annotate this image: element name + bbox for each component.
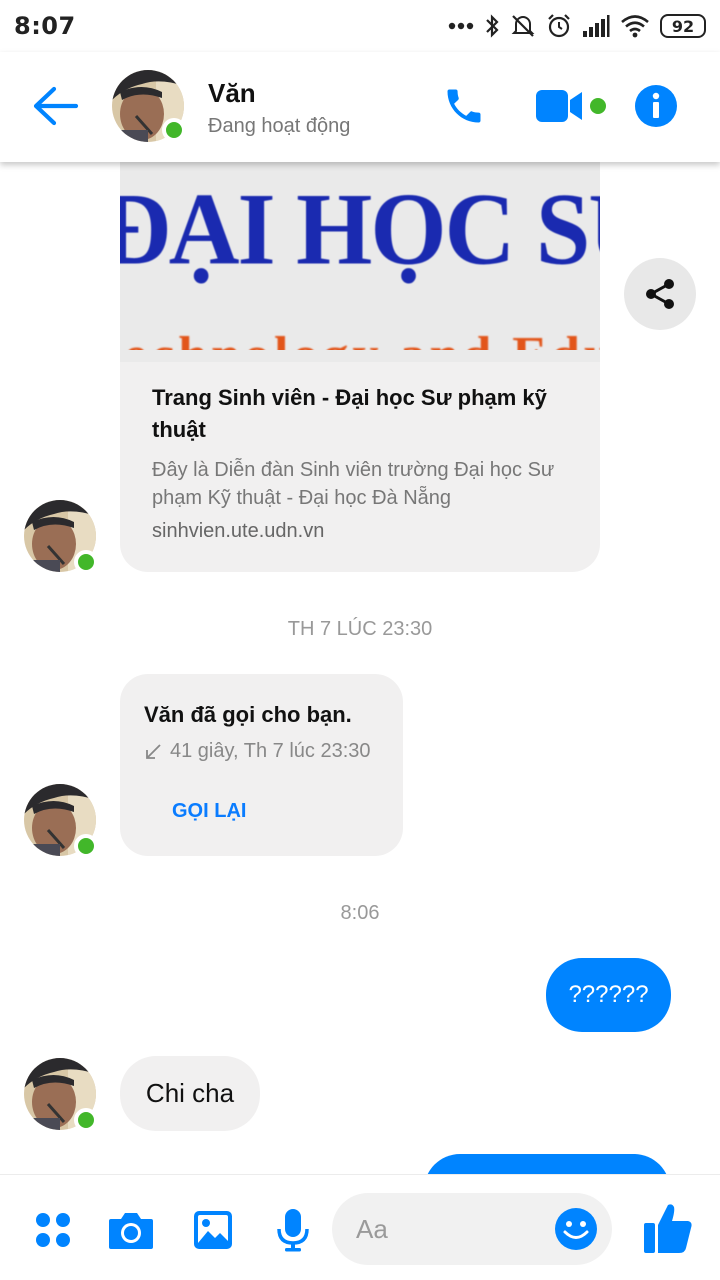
info-icon: [635, 85, 677, 127]
voice-message-button[interactable]: [268, 1205, 318, 1255]
sender-avatar[interactable]: [24, 500, 98, 574]
link-preview-thumbnail: ĐẠI HỌC SƯ echnology and Educ: [120, 162, 600, 362]
incoming-message-bubble[interactable]: Chi cha: [120, 1056, 260, 1131]
camera-button[interactable]: [106, 1205, 156, 1255]
status-bar: 8:07 92: [0, 0, 720, 52]
online-status-dot: [74, 1108, 98, 1132]
missed-call-arrow-icon: [146, 743, 161, 759]
video-camera-icon: [536, 90, 606, 122]
status-time: 8:07: [14, 12, 76, 40]
bluetooth-icon: [486, 14, 499, 38]
battery-indicator: 92: [660, 14, 706, 38]
video-call-button[interactable]: [534, 80, 610, 132]
timestamp-separator: 8:06: [340, 902, 380, 924]
call-card-title: Văn đã gọi cho bạn.: [144, 702, 352, 727]
voice-call-button[interactable]: [440, 80, 488, 132]
message-composer: [0, 1174, 720, 1280]
message-list[interactable]: ĐẠI HỌC SƯ echnology and Educ Trang Sinh…: [0, 162, 720, 1174]
back-arrow-icon: [33, 86, 79, 126]
call-card-meta: 41 giây, Th 7 lúc 23:30: [144, 740, 379, 763]
link-preview-body: Trang Sinh viên - Đại học Sư phạm kỹ thu…: [120, 362, 600, 543]
mute-icon: [511, 15, 535, 37]
thumbnail-subheading: echnology and Educ: [120, 320, 600, 350]
back-button[interactable]: [30, 84, 80, 128]
messenger-screen: 8:07 92 Văn Đang hoạt động ẠI HỌC S Tran…: [0, 0, 720, 1280]
alarm-icon: [548, 14, 570, 38]
info-button[interactable]: [632, 80, 680, 132]
link-preview-domain: sinhvien.ute.udn.vn: [152, 520, 325, 542]
more-actions-button[interactable]: [28, 1205, 78, 1255]
gallery-button[interactable]: [188, 1205, 238, 1255]
online-status-dot: [74, 550, 98, 574]
missed-call-card: Văn đã gọi cho bạn. 41 giây, Th 7 lúc 23…: [120, 674, 403, 856]
signal-icon: [583, 15, 610, 37]
emoji-button[interactable]: [554, 1207, 598, 1251]
sender-avatar[interactable]: [24, 784, 98, 858]
apps-icon: [36, 1213, 70, 1247]
thumbnail-heading: ĐẠI HỌC SƯ: [120, 173, 600, 287]
microphone-icon: [277, 1209, 309, 1252]
sender-avatar[interactable]: [24, 1058, 98, 1132]
gallery-icon: [194, 1211, 232, 1249]
thumbs-up-icon: [644, 1204, 692, 1253]
emoji-icon: [555, 1208, 597, 1250]
call-card-duration: 41 giây, Th 7 lúc 23:30: [170, 740, 371, 762]
link-preview-title: Trang Sinh viên - Đại học Sư phạm kỹ thu…: [152, 385, 547, 442]
share-icon: [646, 279, 674, 309]
conversation-header: Văn Đang hoạt động: [0, 52, 720, 162]
link-preview-card[interactable]: ĐẠI HỌC SƯ echnology and Educ Trang Sinh…: [120, 162, 600, 572]
outgoing-message-bubble-partial[interactable]: [424, 1154, 670, 1174]
online-status-dot: [162, 118, 186, 142]
online-status-dot: [74, 834, 98, 858]
outgoing-message-bubble[interactable]: ??????: [546, 958, 671, 1032]
more-dots-icon: [448, 22, 474, 30]
phone-icon: [447, 89, 481, 123]
wifi-icon: [621, 15, 649, 38]
camera-icon: [109, 1213, 153, 1249]
link-preview-description: Đây là Diễn đàn Sinh viên trường Đại học…: [152, 459, 555, 509]
contact-name[interactable]: Văn: [208, 78, 256, 109]
like-button[interactable]: [642, 1201, 694, 1255]
message-input-container: [332, 1193, 612, 1265]
share-button[interactable]: [624, 258, 696, 330]
message-input[interactable]: [356, 1209, 536, 1249]
contact-avatar[interactable]: [112, 70, 186, 142]
timestamp-separator: TH 7 LÚC 23:30: [287, 618, 433, 640]
status-icons: 92: [448, 13, 706, 39]
call-back-button[interactable]: GỌI LẠI: [172, 800, 246, 823]
contact-status: Đang hoạt động: [208, 115, 351, 137]
